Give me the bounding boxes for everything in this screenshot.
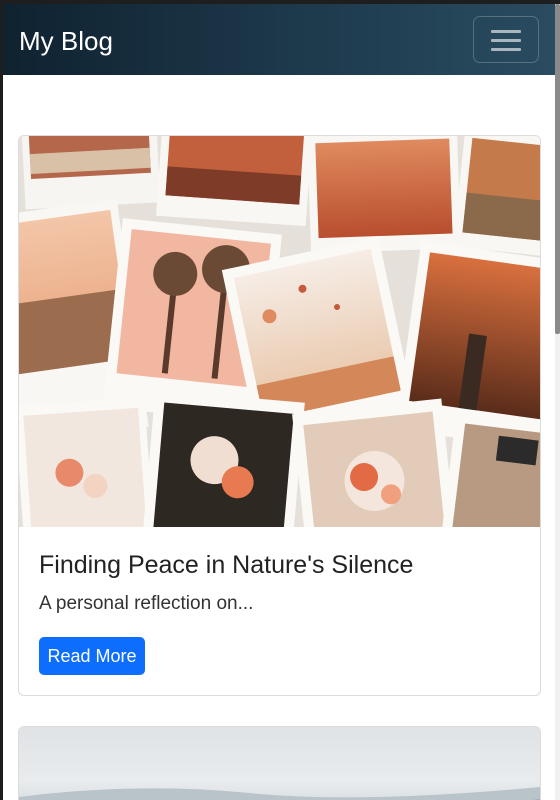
hamburger-menu-icon <box>491 39 521 42</box>
blog-post-card: Finding Peace in Nature's Silence A pers… <box>18 135 541 696</box>
misty-landscape-image <box>19 787 540 800</box>
read-more-button[interactable]: Read More <box>39 637 145 675</box>
browser-viewport: My Blog Finding Peace in Nature's Silenc… <box>3 4 560 800</box>
post-image <box>19 136 540 527</box>
navbar-toggler-button[interactable] <box>473 16 539 63</box>
hamburger-menu-icon <box>491 48 521 51</box>
polaroid-collage-image <box>19 136 540 527</box>
brand-link[interactable]: My Blog <box>19 26 113 56</box>
hamburger-menu-icon <box>491 30 521 33</box>
post-excerpt: A personal reflection on... <box>39 593 254 614</box>
blog-post-card <box>18 726 541 800</box>
navbar: My Blog <box>3 4 555 75</box>
post-title: Finding Peace in Nature's Silence <box>39 551 414 579</box>
scrollbar-thumb[interactable] <box>555 4 560 334</box>
post-image <box>19 727 540 800</box>
